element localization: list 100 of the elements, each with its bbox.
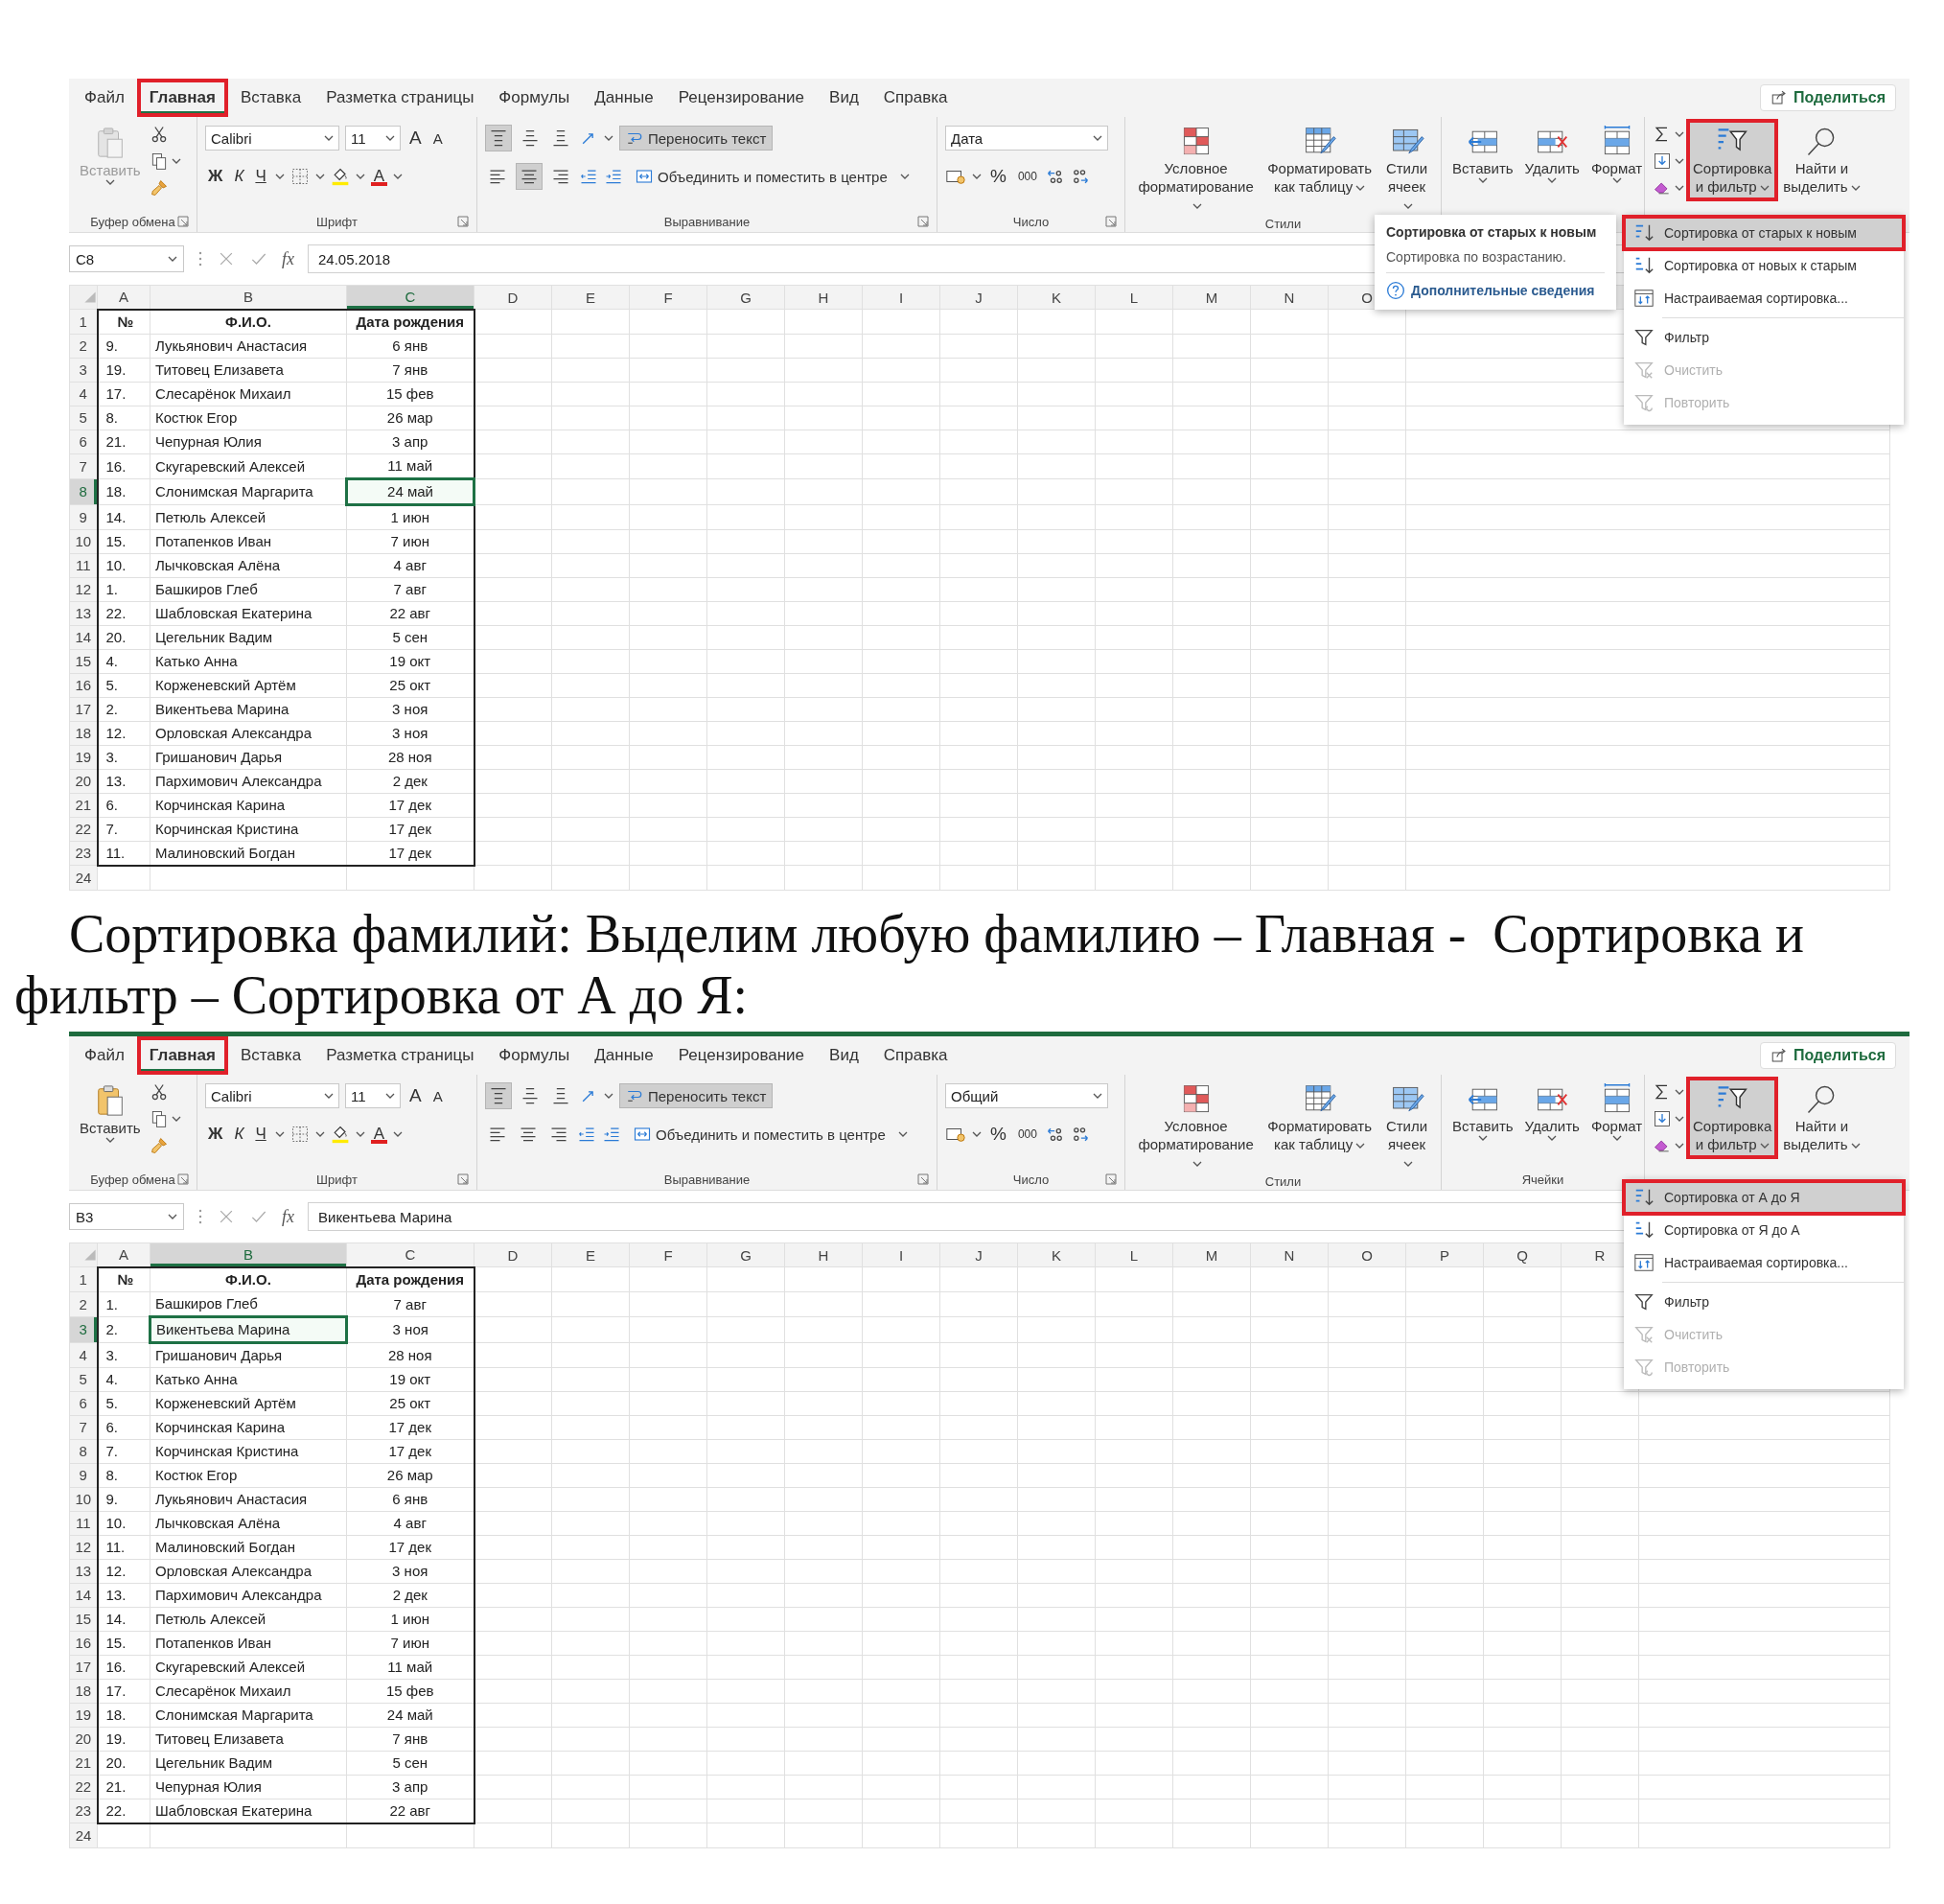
column-header[interactable]: J xyxy=(939,285,1018,310)
table-cell[interactable]: 3. xyxy=(97,1342,150,1367)
row-header[interactable]: 24 xyxy=(69,865,98,890)
table-cell[interactable]: Цегельник Вадим xyxy=(150,1751,347,1775)
ribbon-button[interactable]: Формат xyxy=(1587,123,1646,185)
table-cell[interactable]: 28 ноя xyxy=(346,745,474,769)
row-header[interactable]: 4 xyxy=(69,1342,98,1367)
table-cell[interactable]: Корчинская Карина xyxy=(150,793,347,817)
column-heading-cell[interactable]: Ф.И.О. xyxy=(150,309,347,334)
table-cell[interactable]: Викентьева Марина xyxy=(150,697,347,721)
table-cell[interactable]: Скугаревский Алексей xyxy=(150,1655,347,1679)
table-cell[interactable]: 4. xyxy=(97,649,150,673)
table-cell[interactable]: Слесарёнок Михаил xyxy=(150,1679,347,1703)
table-cell[interactable]: 22. xyxy=(97,601,150,625)
column-header[interactable]: K xyxy=(1017,285,1096,310)
table-cell[interactable]: 1. xyxy=(97,1291,150,1316)
caret-icon[interactable] xyxy=(972,174,982,179)
table-cell[interactable]: Орловская Александра xyxy=(150,1559,347,1583)
share-button[interactable]: Поделиться xyxy=(1759,1042,1896,1069)
row-header[interactable]: 4 xyxy=(69,382,98,406)
caret-icon[interactable] xyxy=(1192,1161,1203,1168)
caret-icon[interactable] xyxy=(274,1131,285,1137)
table-cell[interactable]: 13. xyxy=(97,1583,150,1607)
ribbon-tab[interactable]: Разметка страницы xyxy=(316,81,484,114)
table-cell[interactable]: 18. xyxy=(97,1703,150,1727)
caret-icon[interactable] xyxy=(385,135,395,141)
caret-icon[interactable] xyxy=(1547,1135,1558,1141)
row-header[interactable]: 5 xyxy=(69,406,98,430)
table-cell[interactable]: Лычковская Алёна xyxy=(150,1511,347,1535)
row-header[interactable]: 3 xyxy=(69,1316,98,1342)
table-cell[interactable]: 7. xyxy=(97,817,150,841)
column-header[interactable]: C xyxy=(346,1242,474,1267)
column-header[interactable]: A xyxy=(97,1242,150,1267)
ribbon-tab[interactable]: Разметка страницы xyxy=(316,1039,484,1072)
dialog-launcher-icon[interactable] xyxy=(177,216,189,227)
table-cell[interactable]: 28 ноя xyxy=(346,1342,474,1367)
caret-icon[interactable] xyxy=(385,1093,395,1099)
row-header[interactable]: 23 xyxy=(69,841,98,866)
fill-down-icon[interactable] xyxy=(1653,151,1672,171)
table-cell[interactable]: 14. xyxy=(97,504,150,529)
table-cell[interactable]: 17. xyxy=(97,1679,150,1703)
row-header[interactable]: 19 xyxy=(69,745,98,769)
dialog-launcher-icon[interactable] xyxy=(917,216,929,227)
ribbon-tab[interactable]: Формулы xyxy=(489,1039,580,1072)
caret-icon[interactable] xyxy=(355,1131,365,1137)
column-header[interactable]: I xyxy=(862,285,940,310)
paint-bucket-icon[interactable] xyxy=(330,167,350,186)
table-cell[interactable]: 3 апр xyxy=(346,1775,474,1799)
table-cell[interactable]: 4. xyxy=(97,1367,150,1391)
caret-icon[interactable] xyxy=(1675,1143,1684,1149)
table-cell[interactable]: Корчинская Кристина xyxy=(150,817,347,841)
paintbrush-icon[interactable] xyxy=(149,1136,169,1155)
caret-icon[interactable] xyxy=(1850,1143,1861,1149)
row-header[interactable]: 18 xyxy=(69,1679,98,1703)
row-header[interactable]: 22 xyxy=(69,817,98,841)
caret-icon[interactable] xyxy=(1093,1093,1102,1099)
italic-button[interactable]: К xyxy=(231,1125,247,1144)
row-header[interactable]: 21 xyxy=(69,1751,98,1775)
row-header[interactable]: 17 xyxy=(69,697,98,721)
table-cell[interactable]: 25 окт xyxy=(346,673,474,697)
column-header[interactable]: E xyxy=(551,285,630,310)
table-cell[interactable]: 13. xyxy=(97,769,150,793)
row-header[interactable]: 16 xyxy=(69,1631,98,1655)
table-cell[interactable]: 26 мар xyxy=(346,1463,474,1487)
caret-icon[interactable] xyxy=(972,1131,982,1137)
font-color-button[interactable]: A xyxy=(370,1125,388,1144)
table-cell[interactable]: Слонимская Маргарита xyxy=(150,1703,347,1727)
table-cell[interactable]: 22 авг xyxy=(346,1799,474,1823)
caret-icon[interactable] xyxy=(1675,131,1684,137)
table-cell[interactable]: 12. xyxy=(97,1559,150,1583)
percent-button[interactable]: % xyxy=(987,1124,1009,1145)
number-format-dropdown[interactable]: Дата xyxy=(945,126,1108,151)
table-cell[interactable]: 17 дек xyxy=(346,793,474,817)
find-select-button[interactable]: Найти и выделить xyxy=(1780,123,1863,197)
row-header[interactable]: 1 xyxy=(69,1266,98,1291)
table-cell[interactable]: Скугаревский Алексей xyxy=(150,453,347,478)
table-cell[interactable]: 14. xyxy=(97,1607,150,1631)
table-cell[interactable]: 24 май xyxy=(346,478,474,504)
table-cell[interactable]: 7 авг xyxy=(346,1291,474,1316)
paint-bucket-icon[interactable] xyxy=(330,1125,350,1144)
decrease-font-button[interactable]: A xyxy=(429,1087,446,1104)
table-cell[interactable]: Башкиров Глеб xyxy=(150,577,347,601)
font-name-dropdown[interactable]: Calibri xyxy=(205,1083,339,1108)
column-header[interactable]: O xyxy=(1328,1242,1406,1267)
caret-icon[interactable] xyxy=(1611,177,1622,183)
ribbon-button[interactable]: Формат xyxy=(1587,1080,1646,1143)
table-cell[interactable]: Костюк Егор xyxy=(150,1463,347,1487)
ribbon-button[interactable]: Стили ячеек xyxy=(1380,1080,1433,1173)
row-header[interactable]: 16 xyxy=(69,673,98,697)
ribbon-button[interactable]: Удалить xyxy=(1521,123,1583,185)
row-header[interactable]: 14 xyxy=(69,1583,98,1607)
bold-button[interactable]: Ж xyxy=(205,167,226,186)
table-cell[interactable]: 2 дек xyxy=(346,1583,474,1607)
table-cell[interactable]: Малиновский Богдан xyxy=(150,1535,347,1559)
column-header[interactable]: F xyxy=(629,285,707,310)
caret-icon[interactable] xyxy=(1675,1116,1684,1122)
column-header[interactable]: B xyxy=(150,285,347,310)
dialog-launcher-icon[interactable] xyxy=(917,1173,929,1185)
table-cell[interactable]: 26 мар xyxy=(346,406,474,430)
column-header[interactable]: D xyxy=(474,285,552,310)
